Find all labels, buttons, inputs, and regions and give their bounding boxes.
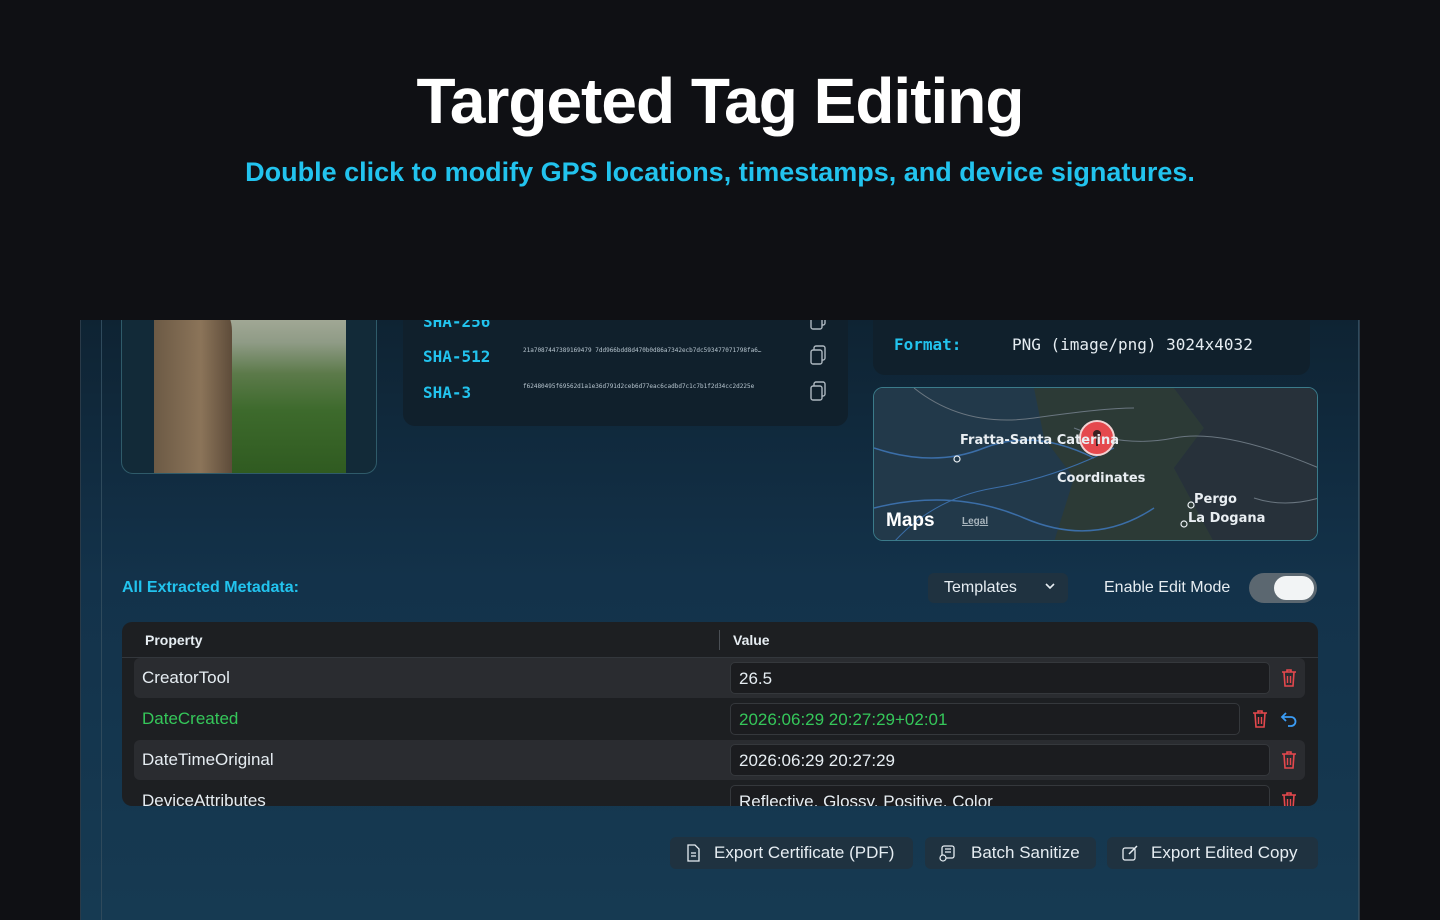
edit-icon <box>1122 845 1138 861</box>
copy-icon[interactable] <box>809 344 827 366</box>
format-value: PNG (image/png) 3024x4032 <box>1012 335 1253 354</box>
document-icon <box>687 844 700 862</box>
map-pin-label: Coordinates <box>1057 471 1146 486</box>
column-divider[interactable] <box>719 630 720 650</box>
table-row[interactable]: DeviceAttributes Reflective, Glossy, Pos… <box>134 781 1305 806</box>
edit-mode-toggle[interactable] <box>1249 573 1317 603</box>
property-name: CreatorTool <box>142 668 230 687</box>
metadata-section-title: All Extracted Metadata: <box>122 579 299 596</box>
revert-icon[interactable] <box>1279 709 1299 729</box>
batch-sanitize-label: Batch Sanitize <box>971 843 1080 862</box>
batch-icon <box>939 845 955 862</box>
hash-row-sha512: SHA-512 21a7087447389169479 7dd966bdd8d4… <box>423 344 833 371</box>
edit-mode-label: Enable Edit Mode <box>1104 579 1231 596</box>
format-label: Format: <box>894 335 962 354</box>
table-row[interactable]: CreatorTool 26.5 <box>134 658 1305 698</box>
maps-logo: Maps <box>886 510 935 532</box>
table-row[interactable]: DateCreated 2026:06:29 20:27:29+02:01 <box>134 699 1305 739</box>
export-edited-copy-button[interactable]: Export Edited Copy <box>1107 837 1318 869</box>
map-legal-link[interactable]: Legal <box>962 516 988 527</box>
templates-label: Templates <box>944 579 1017 596</box>
hero-title: Targeted Tag Editing <box>416 65 1025 137</box>
trash-icon[interactable] <box>1280 750 1298 770</box>
column-header-property[interactable]: Property <box>145 632 203 648</box>
metadata-table: Property Value CreatorTool 26.5 DateCrea… <box>122 622 1318 806</box>
hash-row-sha3: SHA-3 f62480495f69562d1a1e36d791d2ceb6d7… <box>423 380 833 407</box>
hero-header: Targeted Tag Editing Double click to mod… <box>0 0 1440 320</box>
batch-sanitize-button[interactable]: Batch Sanitize <box>925 837 1096 869</box>
map-place-label: Pergo <box>1194 492 1237 507</box>
value-field[interactable]: 26.5 <box>730 662 1270 694</box>
value-field[interactable]: 2026:06:29 20:27:29 <box>730 744 1270 776</box>
export-certificate-label: Export Certificate (PDF) <box>714 843 895 862</box>
column-header-value[interactable]: Value <box>733 632 770 648</box>
toggle-knob <box>1274 576 1314 600</box>
property-name: DeviceAttributes <box>142 791 266 806</box>
hash-label: SHA-512 <box>423 347 491 366</box>
maps-brand: Maps <box>886 510 935 531</box>
trash-icon[interactable] <box>1251 709 1269 729</box>
export-edited-copy-label: Export Edited Copy <box>1151 843 1298 862</box>
export-certificate-button[interactable]: Export Certificate (PDF) <box>670 837 913 869</box>
trash-icon[interactable] <box>1280 791 1298 806</box>
table-row[interactable]: DateTimeOriginal 2026:06:29 20:27:29 <box>134 740 1305 780</box>
chevron-down-icon <box>1045 583 1055 590</box>
value-field[interactable]: 2026:06:29 20:27:29+02:01 <box>730 703 1240 735</box>
hash-value: 21a7087447389169479 7dd966bdd8d470b0d86a… <box>523 347 762 354</box>
templates-dropdown[interactable]: Templates <box>928 573 1068 603</box>
hero-subtitle: Double click to modify GPS locations, ti… <box>245 157 1195 187</box>
copy-icon[interactable] <box>809 380 827 402</box>
value-field[interactable]: Reflective, Glossy, Positive, Color <box>730 785 1270 806</box>
hash-value: f62480495f69562d1a1e36d791d2ceb6d77eac6c… <box>523 383 755 390</box>
hash-label: SHA-3 <box>423 383 472 402</box>
location-map[interactable]: Fratta-Santa Caterina Coordinates Pergo … <box>873 387 1318 541</box>
property-name: DateTimeOriginal <box>142 750 274 769</box>
map-place-label: Fratta-Santa Caterina <box>960 433 1119 448</box>
trash-icon[interactable] <box>1280 668 1298 688</box>
property-name: DateCreated <box>142 709 239 728</box>
map-place-label: La Dogana <box>1188 511 1266 526</box>
